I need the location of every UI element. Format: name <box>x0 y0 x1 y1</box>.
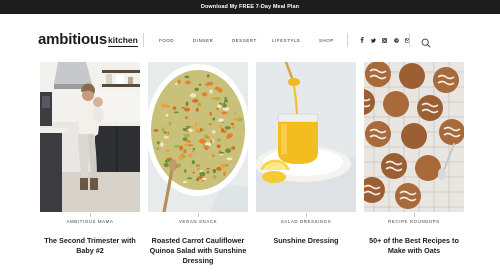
post-image-2[interactable] <box>148 62 248 212</box>
post-card-2[interactable] <box>148 62 248 212</box>
search-button[interactable] <box>421 35 431 48</box>
post-title-1-line-1: The Second Trimester with <box>44 236 136 245</box>
post-category-3[interactable]: SALAD DRESSINGS <box>256 219 356 224</box>
promo-bar[interactable]: Download My FREE 7-Day Meal Plan <box>0 0 500 14</box>
logo-subword: kitchen <box>108 35 138 47</box>
post-category-4[interactable]: RECIPE ROUNDUPS <box>364 219 464 224</box>
nav-link-dinner[interactable]: DINNER <box>193 38 213 43</box>
nav-divider-search <box>409 33 410 47</box>
site-header: ambitious kitchen FOOD DINNER DESSERT LI… <box>0 14 500 60</box>
post-image-3[interactable] <box>256 62 356 212</box>
nav-divider-left <box>143 33 144 47</box>
nav-link-shop[interactable]: SHOP <box>319 38 334 43</box>
post-title-4-line-2: Make with Oats <box>387 246 441 255</box>
nav-item-lifestyle[interactable]: LIFESTYLE <box>272 34 301 46</box>
post-title-4[interactable]: 50+ of the Best Recipes to Make with Oat… <box>360 236 468 256</box>
card-divider-1 <box>90 213 91 217</box>
post-title-2-line-3: Dressing <box>182 256 214 265</box>
post-title-4-line-1: 50+ of the Best Recipes to <box>369 236 459 245</box>
post-card-4[interactable] <box>364 62 464 212</box>
post-category-1[interactable]: AMBITIOUS MAMA <box>40 219 140 224</box>
post-title-3-line-1: Sunshine Dressing <box>273 236 339 245</box>
post-card-1[interactable] <box>40 62 140 212</box>
card-divider-2 <box>198 213 199 217</box>
nav-link-lifestyle[interactable]: LIFESTYLE <box>272 38 301 43</box>
nav-item-dessert[interactable]: DESSERT <box>232 34 257 46</box>
search-icon <box>421 38 431 48</box>
post-title-2-line-2: Quinoa Salad with Sunshine <box>149 246 247 255</box>
pinterest-icon[interactable] <box>393 37 399 43</box>
card-divider-3 <box>306 213 307 217</box>
post-image-1[interactable] <box>40 62 140 212</box>
post-title-1[interactable]: The Second Trimester with Baby #2 <box>36 236 144 256</box>
logo-wordmark: ambitious <box>38 31 108 48</box>
nav-divider-right <box>347 33 348 47</box>
post-image-4[interactable] <box>364 62 464 212</box>
post-title-1-line-2: Baby #2 <box>76 246 104 255</box>
facebook-icon[interactable] <box>359 37 364 43</box>
social-links <box>359 34 410 46</box>
promo-link[interactable]: Download My FREE 7-Day Meal Plan <box>201 4 299 10</box>
post-title-2[interactable]: Roasted Carrot Cauliflower Quinoa Salad … <box>144 236 252 266</box>
post-title-2-line-1: Roasted Carrot Cauliflower <box>151 236 245 245</box>
post-card-3[interactable] <box>256 62 356 212</box>
card-divider-4 <box>414 213 415 217</box>
post-title-3[interactable]: Sunshine Dressing <box>252 236 360 246</box>
nav-item-shop[interactable]: SHOP <box>319 34 334 46</box>
twitter-icon[interactable] <box>370 37 376 43</box>
nav-link-food[interactable]: FOOD <box>159 38 174 43</box>
site-logo[interactable]: ambitious kitchen <box>38 28 138 48</box>
nav-item-food[interactable]: FOOD <box>159 34 174 46</box>
post-category-2[interactable]: VEGAN SNACK <box>148 219 248 224</box>
instagram-icon[interactable] <box>382 37 387 43</box>
nav-link-dessert[interactable]: DESSERT <box>232 38 257 43</box>
nav-item-dinner[interactable]: DINNER <box>193 34 213 46</box>
